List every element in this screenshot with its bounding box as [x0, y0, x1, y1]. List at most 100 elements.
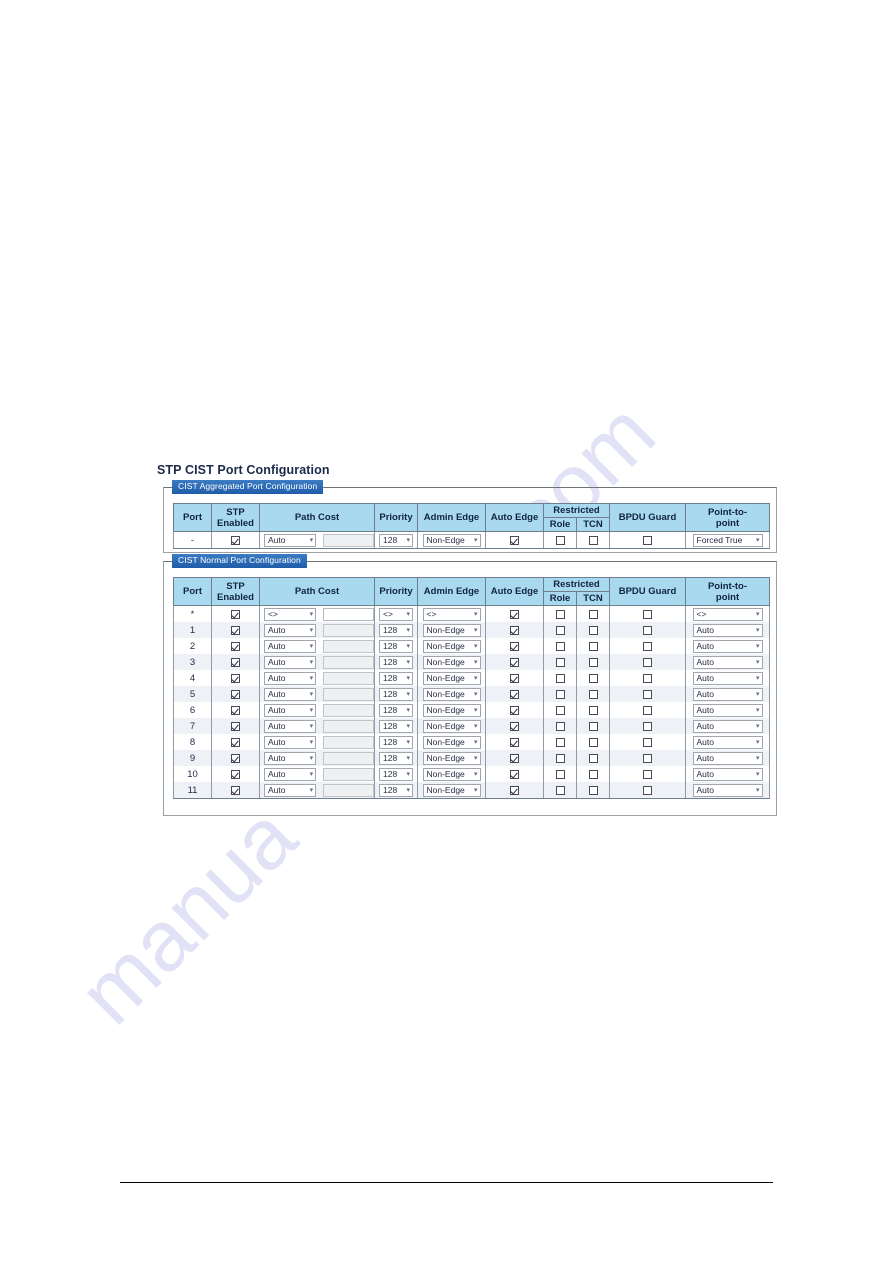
bpdu-guard-checkbox[interactable] — [643, 769, 652, 779]
stp-enabled-checkbox[interactable] — [231, 609, 240, 619]
priority-select[interactable]: 128 ▾ — [379, 783, 413, 797]
priority-select[interactable]: <> ▾ — [379, 607, 413, 621]
restricted-tcn-checkbox[interactable] — [588, 769, 598, 779]
priority-select[interactable]: 128 ▾ — [379, 735, 413, 749]
restricted-role-checkbox[interactable] — [555, 673, 565, 683]
stp-enabled-checkbox[interactable] — [231, 753, 240, 763]
auto-edge-checkbox[interactable] — [510, 737, 519, 747]
restricted-role-checkbox[interactable] — [555, 769, 565, 779]
admin-edge-select[interactable]: Non-Edge ▾ — [422, 639, 481, 653]
point-to-point-select[interactable]: Auto ▾ — [692, 719, 763, 733]
restricted-role-checkbox[interactable] — [555, 609, 565, 619]
auto-edge-checkbox[interactable] — [510, 535, 519, 545]
stp-enabled-checkbox[interactable] — [231, 673, 240, 683]
admin-edge-select[interactable]: Non-Edge ▾ — [422, 767, 481, 781]
restricted-tcn-checkbox[interactable] — [588, 737, 598, 747]
admin-edge-select[interactable]: Non-Edge ▾ — [422, 623, 481, 637]
bpdu-guard-checkbox[interactable] — [643, 785, 652, 795]
bpdu-guard-checkbox[interactable] — [643, 753, 652, 763]
restricted-role-checkbox[interactable] — [555, 705, 565, 715]
auto-edge-checkbox[interactable] — [510, 641, 519, 651]
path-cost-select[interactable]: Auto ▾ — [264, 735, 317, 749]
priority-select[interactable]: 128 ▾ — [379, 687, 413, 701]
stp-enabled-checkbox[interactable] — [231, 705, 240, 715]
point-to-point-select[interactable]: Auto ▾ — [692, 783, 763, 797]
bpdu-guard-checkbox[interactable] — [643, 625, 652, 635]
path-cost-input[interactable] — [323, 783, 374, 797]
point-to-point-select[interactable]: Auto ▾ — [692, 639, 763, 653]
auto-edge-checkbox[interactable] — [510, 721, 519, 731]
admin-edge-select[interactable]: Non-Edge ▾ — [422, 783, 481, 797]
priority-select[interactable]: 128 ▾ — [379, 533, 413, 547]
restricted-tcn-checkbox[interactable] — [588, 689, 598, 699]
restricted-tcn-checkbox[interactable] — [588, 705, 598, 715]
restricted-tcn-checkbox[interactable] — [588, 609, 598, 619]
auto-edge-checkbox[interactable] — [510, 625, 519, 635]
admin-edge-select[interactable]: Non-Edge ▾ — [422, 655, 481, 669]
auto-edge-checkbox[interactable] — [510, 769, 519, 779]
point-to-point-select[interactable]: <> ▾ — [692, 607, 763, 621]
path-cost-select[interactable]: Auto ▾ — [264, 767, 317, 781]
path-cost-input[interactable] — [323, 767, 374, 781]
stp-enabled-checkbox[interactable] — [231, 625, 240, 635]
priority-select[interactable]: 128 ▾ — [379, 703, 413, 717]
auto-edge-checkbox[interactable] — [510, 657, 519, 667]
point-to-point-select[interactable]: Auto ▾ — [692, 671, 763, 685]
bpdu-guard-checkbox[interactable] — [643, 673, 652, 683]
restricted-role-checkbox[interactable] — [555, 535, 565, 545]
restricted-tcn-checkbox[interactable] — [588, 721, 598, 731]
point-to-point-select[interactable]: Auto ▾ — [692, 751, 763, 765]
stp-enabled-checkbox[interactable] — [231, 721, 240, 731]
restricted-tcn-checkbox[interactable] — [588, 625, 598, 635]
admin-edge-select[interactable]: Non-Edge ▾ — [422, 735, 481, 749]
restricted-role-checkbox[interactable] — [555, 657, 565, 667]
stp-enabled-checkbox[interactable] — [231, 689, 240, 699]
bpdu-guard-checkbox[interactable] — [643, 535, 652, 545]
restricted-role-checkbox[interactable] — [555, 689, 565, 699]
admin-edge-select[interactable]: Non-Edge ▾ — [422, 719, 481, 733]
path-cost-select[interactable]: Auto ▾ — [264, 783, 317, 797]
path-cost-select[interactable]: Auto ▾ — [264, 533, 317, 547]
auto-edge-checkbox[interactable] — [510, 609, 519, 619]
bpdu-guard-checkbox[interactable] — [643, 657, 652, 667]
priority-select[interactable]: 128 ▾ — [379, 719, 413, 733]
path-cost-input[interactable] — [323, 735, 374, 749]
restricted-tcn-checkbox[interactable] — [588, 753, 598, 763]
path-cost-select[interactable]: Auto ▾ — [264, 751, 317, 765]
point-to-point-select[interactable]: Auto ▾ — [692, 767, 763, 781]
stp-enabled-checkbox[interactable] — [231, 737, 240, 747]
restricted-tcn-checkbox[interactable] — [588, 535, 598, 545]
point-to-point-select[interactable]: Auto ▾ — [692, 623, 763, 637]
path-cost-input[interactable] — [323, 639, 374, 653]
path-cost-input[interactable] — [323, 607, 374, 621]
point-to-point-select[interactable]: Forced True ▾ — [692, 533, 763, 547]
point-to-point-select[interactable]: Auto ▾ — [692, 655, 763, 669]
path-cost-input[interactable] — [323, 655, 374, 669]
auto-edge-checkbox[interactable] — [510, 673, 519, 683]
priority-select[interactable]: 128 ▾ — [379, 639, 413, 653]
path-cost-input[interactable] — [323, 671, 374, 685]
point-to-point-select[interactable]: Auto ▾ — [692, 735, 763, 749]
path-cost-input[interactable] — [323, 687, 374, 701]
path-cost-select[interactable]: Auto ▾ — [264, 639, 317, 653]
path-cost-select[interactable]: Auto ▾ — [264, 655, 317, 669]
bpdu-guard-checkbox[interactable] — [643, 721, 652, 731]
admin-edge-select[interactable]: Non-Edge ▾ — [422, 671, 481, 685]
auto-edge-checkbox[interactable] — [510, 689, 519, 699]
restricted-tcn-checkbox[interactable] — [588, 673, 598, 683]
restricted-role-checkbox[interactable] — [555, 721, 565, 731]
auto-edge-checkbox[interactable] — [510, 785, 519, 795]
restricted-role-checkbox[interactable] — [555, 785, 565, 795]
stp-enabled-checkbox[interactable] — [231, 769, 240, 779]
stp-enabled-checkbox[interactable] — [231, 535, 240, 545]
point-to-point-select[interactable]: Auto ▾ — [692, 703, 763, 717]
path-cost-select[interactable]: Auto ▾ — [264, 687, 317, 701]
path-cost-input[interactable] — [323, 719, 374, 733]
restricted-role-checkbox[interactable] — [555, 753, 565, 763]
bpdu-guard-checkbox[interactable] — [643, 737, 652, 747]
path-cost-select[interactable]: Auto ▾ — [264, 623, 317, 637]
stp-enabled-checkbox[interactable] — [231, 657, 240, 667]
bpdu-guard-checkbox[interactable] — [643, 689, 652, 699]
priority-select[interactable]: 128 ▾ — [379, 767, 413, 781]
restricted-tcn-checkbox[interactable] — [588, 657, 598, 667]
